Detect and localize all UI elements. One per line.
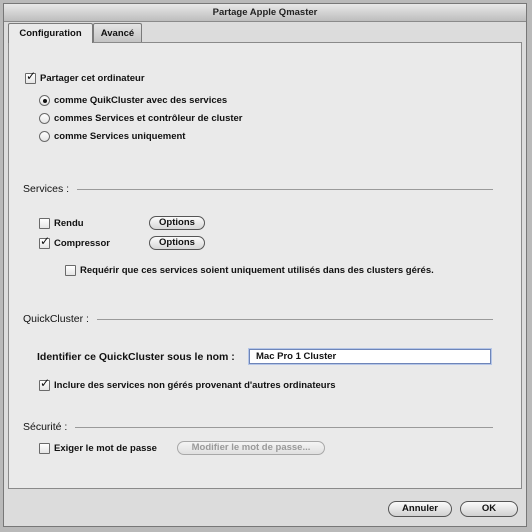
checkbox-box[interactable]: ✓ [25, 69, 37, 84]
cancel-button[interactable]: Annuler [388, 501, 452, 517]
share-computer-label: Partager cet ordinateur [40, 73, 145, 84]
radio-services-only[interactable]: comme Services uniquement [39, 131, 185, 142]
radio-services-controller[interactable]: commes Services et contrôleur de cluster [39, 113, 243, 124]
configuration-panel: ✓ Partager cet ordinateur comme QuikClus… [8, 42, 522, 489]
divider [96, 318, 493, 320]
radio-label: comme QuikCluster avec des services [54, 95, 228, 106]
services-section-header: Services : [23, 183, 493, 195]
include-unmanaged-checkbox[interactable]: ✓ Inclure des services non gérés provena… [39, 376, 336, 391]
window-title: Partage Apple Qmaster [4, 4, 526, 22]
quickcluster-title: QuickCluster : [23, 313, 89, 325]
checkbox-box[interactable]: ✓ [39, 376, 51, 391]
quickcluster-section-header: QuickCluster : [23, 313, 493, 325]
tab-avance[interactable]: Avancé [93, 23, 142, 42]
checkbox-box[interactable] [39, 443, 50, 454]
checkmark-icon: ✓ [40, 234, 51, 248]
security-section-header: Sécurité : [23, 421, 493, 433]
rendu-checkbox[interactable]: Rendu [39, 218, 84, 229]
radio-button[interactable] [39, 113, 50, 124]
radio-label: commes Services et contrôleur de cluster [54, 113, 243, 124]
require-password-label: Exiger le mot de passe [54, 443, 157, 454]
checkbox-box[interactable]: ✓ [39, 234, 51, 249]
services-title: Services : [23, 183, 70, 195]
rendu-options-button[interactable]: Options [149, 216, 205, 230]
cluster-name-input[interactable]: Mac Pro 1 Cluster [249, 349, 491, 364]
cluster-name-row: Identifier ce QuickCluster sous le nom : [37, 351, 235, 363]
ok-button[interactable]: OK [460, 501, 518, 517]
compressor-label: Compressor [54, 238, 110, 249]
cluster-name-label: Identifier ce QuickCluster sous le nom : [37, 351, 235, 363]
include-unmanaged-label: Inclure des services non gérés provenant… [54, 380, 336, 391]
tab-configuration[interactable]: Configuration [8, 23, 93, 43]
compressor-checkbox[interactable]: ✓ Compressor [39, 234, 110, 249]
radio-button[interactable] [39, 131, 50, 142]
managed-only-label: Requérir que ces services soient uniquem… [80, 265, 434, 276]
checkmark-icon: ✓ [26, 69, 37, 83]
radio-quikcluster[interactable]: comme QuikCluster avec des services [39, 95, 227, 106]
security-title: Sécurité : [23, 421, 68, 433]
share-computer-checkbox[interactable]: ✓ Partager cet ordinateur [25, 69, 145, 84]
radio-selected-dot-icon [42, 98, 47, 103]
managed-only-checkbox[interactable]: Requérir que ces services soient uniquem… [65, 265, 434, 276]
compressor-options-button[interactable]: Options [149, 236, 205, 250]
rendu-label: Rendu [54, 218, 84, 229]
change-password-button[interactable]: Modifier le mot de passe... [177, 441, 325, 455]
divider [75, 426, 493, 428]
radio-button[interactable] [39, 95, 50, 106]
checkbox-box[interactable] [39, 218, 50, 229]
checkbox-box[interactable] [65, 265, 76, 276]
qmaster-sharing-window: Partage Apple Qmaster Configuration Avan… [3, 3, 527, 527]
divider [77, 188, 493, 190]
radio-label: comme Services uniquement [54, 131, 186, 142]
checkmark-icon: ✓ [40, 376, 51, 390]
require-password-checkbox[interactable]: Exiger le mot de passe [39, 443, 157, 454]
